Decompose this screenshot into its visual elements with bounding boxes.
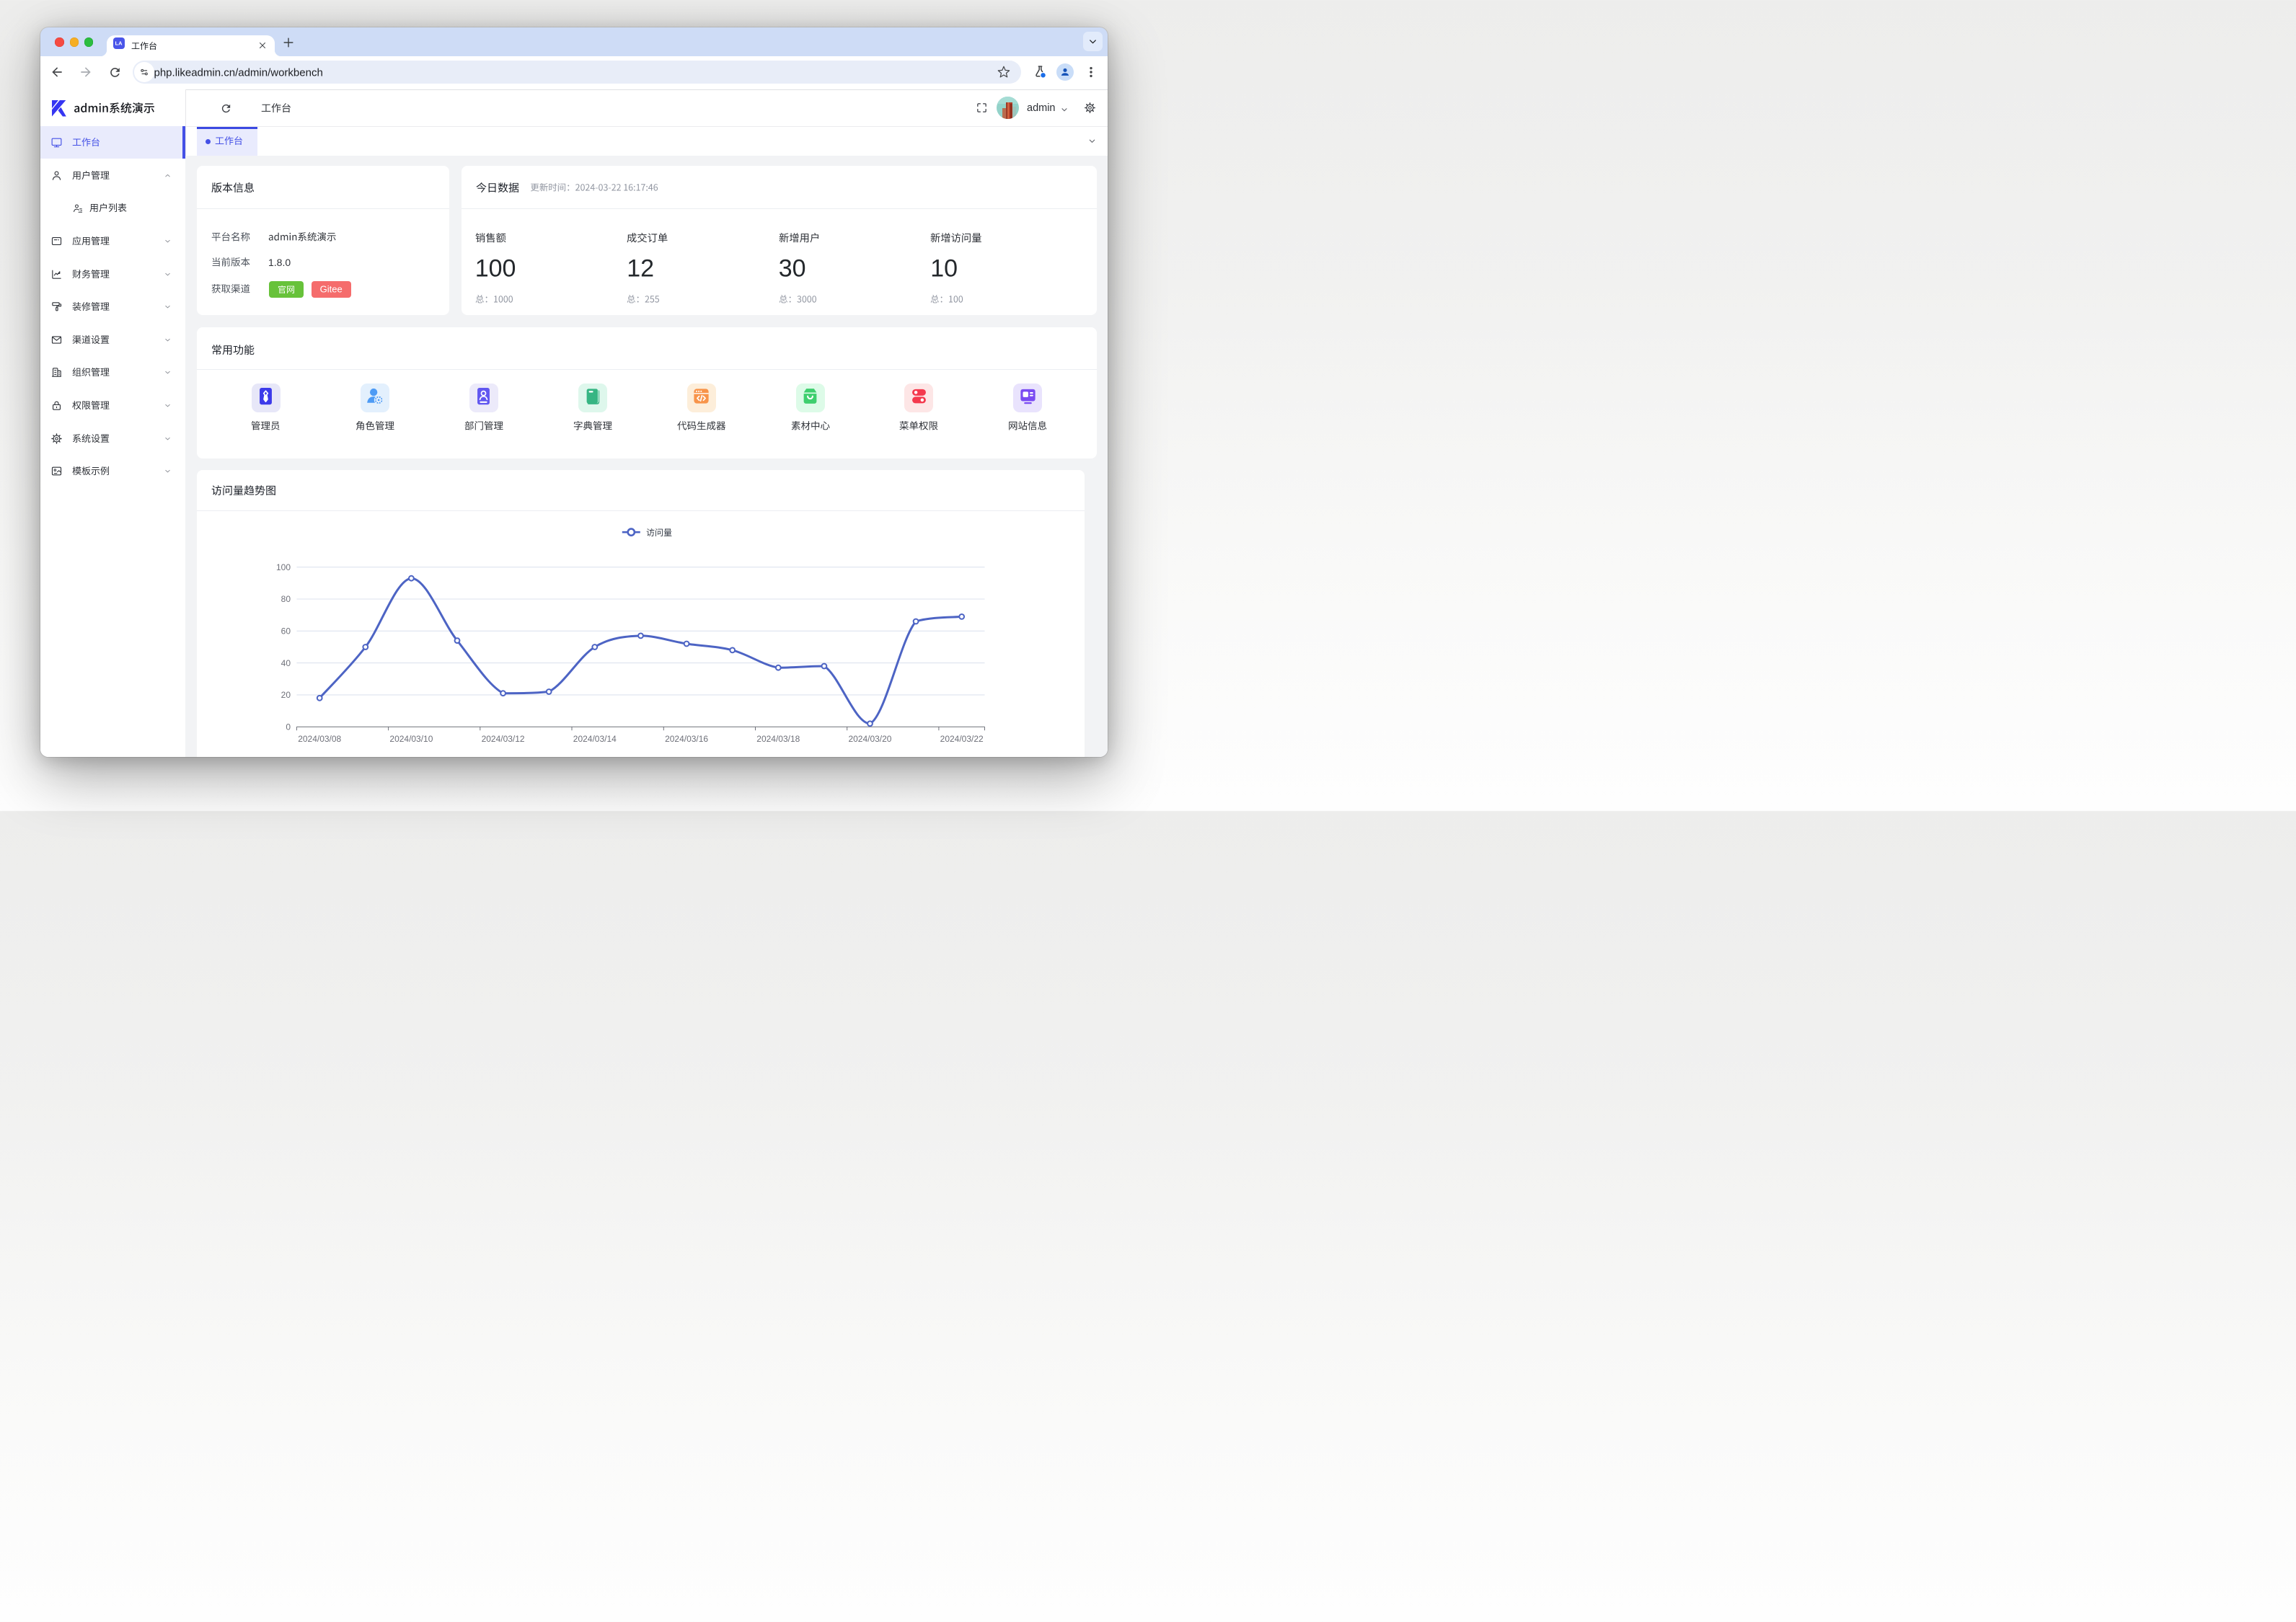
svg-text:2024/03/14: 2024/03/14 — [573, 734, 617, 744]
svg-text:80: 80 — [281, 594, 291, 604]
svg-text:2024/03/20: 2024/03/20 — [849, 734, 892, 744]
svg-text:60: 60 — [281, 626, 291, 637]
svg-text:100: 100 — [276, 562, 291, 572]
svg-text:0: 0 — [286, 722, 291, 732]
svg-text:2024/03/18: 2024/03/18 — [756, 734, 800, 744]
svg-text:2024/03/10: 2024/03/10 — [390, 734, 433, 744]
svg-text:20: 20 — [281, 690, 291, 700]
svg-text:2024/03/08: 2024/03/08 — [298, 734, 341, 744]
svg-text:2024/03/12: 2024/03/12 — [482, 734, 525, 744]
svg-text:2024/03/22: 2024/03/22 — [940, 734, 984, 744]
svg-text:40: 40 — [281, 658, 291, 668]
svg-text:2024/03/16: 2024/03/16 — [665, 734, 708, 744]
